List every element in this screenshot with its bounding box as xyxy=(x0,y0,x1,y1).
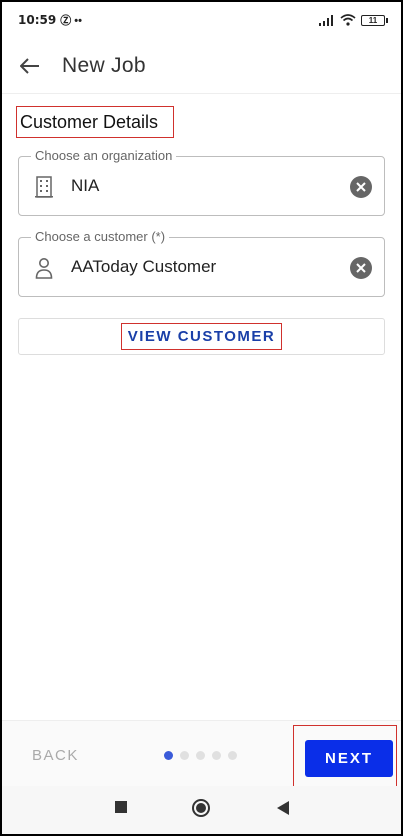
clear-customer-button[interactable] xyxy=(350,257,372,279)
section-title: Customer Details xyxy=(16,106,174,138)
organization-field-label: Choose an organization xyxy=(31,148,177,163)
person-icon xyxy=(33,256,55,280)
customer-field[interactable]: Choose a customer (*) AAToday Customer xyxy=(18,229,385,297)
system-nav-bar xyxy=(2,786,401,834)
organization-value: NIA xyxy=(71,176,100,195)
clear-organization-button[interactable] xyxy=(350,176,372,198)
recent-apps-button[interactable] xyxy=(114,800,128,819)
nav-back-button[interactable] xyxy=(276,800,290,821)
close-icon xyxy=(356,263,366,273)
step-dot xyxy=(196,751,205,760)
page-title: New Job xyxy=(62,53,146,77)
circle-icon xyxy=(192,799,210,817)
app-bar: New Job xyxy=(2,38,401,94)
next-button[interactable]: NEXT xyxy=(305,740,393,777)
step-dot xyxy=(180,751,189,760)
battery-icon: 11 xyxy=(361,14,388,26)
building-icon xyxy=(33,175,55,199)
home-button[interactable] xyxy=(191,798,211,823)
status-right-icons: 11 xyxy=(319,14,388,26)
status-bar: 10:59 Ⓩ •• 11 xyxy=(2,2,401,38)
step-dot xyxy=(228,751,237,760)
arrow-left-icon xyxy=(20,57,39,74)
back-arrow-button[interactable] xyxy=(2,38,58,94)
battery-level: 11 xyxy=(368,15,378,25)
view-customer-button[interactable]: VIEW CUSTOMER xyxy=(18,318,385,355)
close-icon xyxy=(356,182,366,192)
view-customer-label: VIEW CUSTOMER xyxy=(120,323,283,350)
back-button[interactable]: BACK xyxy=(32,747,79,764)
organization-field[interactable]: Choose an organization NIA xyxy=(18,148,385,216)
step-indicator xyxy=(164,751,237,760)
phone-screen: 10:59 Ⓩ •• 11 New Job Customer Details C… xyxy=(2,2,401,834)
wifi-icon xyxy=(340,14,356,26)
step-dot xyxy=(212,751,221,760)
customer-field-label: Choose a customer (*) xyxy=(31,229,170,244)
next-highlight: NEXT xyxy=(293,725,397,787)
square-icon xyxy=(115,801,127,813)
step-dot xyxy=(164,751,173,760)
notification-icons: Ⓩ •• xyxy=(60,15,82,27)
triangle-left-icon xyxy=(277,801,289,815)
customer-value: AAToday Customer xyxy=(71,257,217,276)
signal-icon xyxy=(319,14,333,26)
stepper-bar: BACK NEXT xyxy=(2,720,401,787)
status-time: 10:59 xyxy=(18,13,57,27)
